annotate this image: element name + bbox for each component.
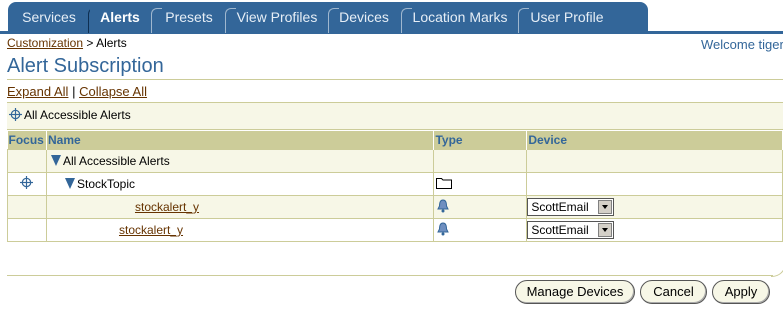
device-cell: ScottEmail [526, 195, 783, 219]
footer-divider [7, 275, 773, 276]
alert-link[interactable]: stockalert_y [135, 200, 199, 214]
table-row: StockTopic [7, 172, 783, 196]
expand-collapse-links: Expand All | Collapse All [7, 84, 147, 99]
table-row: stockalert_y ScottEmail [7, 218, 783, 242]
apply-button[interactable]: Apply [712, 280, 770, 304]
links-separator: | [72, 84, 76, 99]
device-select[interactable]: ScottEmail [527, 221, 615, 239]
device-select-value: ScottEmail [531, 200, 589, 214]
focus-cell [7, 149, 47, 173]
row-name: All Accessible Alerts [62, 154, 170, 168]
expand-all-link[interactable]: Expand All [7, 84, 68, 99]
device-cell [526, 149, 783, 173]
focus-path-bar: All Accessible Alerts [7, 102, 783, 130]
focus-cell [7, 218, 47, 242]
name-cell: stockalert_y [45, 195, 435, 219]
tab-services[interactable]: Services [14, 2, 84, 32]
name-cell: stockalert_y [45, 218, 435, 242]
welcome-text: Welcome tiger [701, 37, 783, 52]
page-title: Alert Subscription [7, 55, 164, 77]
cancel-button[interactable]: Cancel [640, 280, 707, 304]
tab-presets[interactable]: Presets [157, 2, 221, 32]
tab-view-profiles[interactable]: View Profiles [232, 2, 322, 32]
table-header-row: Focus Name Type Device [7, 131, 783, 150]
alerts-table: Focus Name Type Device All Accessible Al… [7, 131, 783, 242]
chevron-down-icon[interactable] [598, 223, 613, 237]
breadcrumb-customization-link[interactable]: Customization [7, 36, 83, 50]
device-select-value: ScottEmail [531, 223, 589, 237]
table-row: All Accessible Alerts [7, 149, 783, 173]
name-cell: StockTopic [45, 172, 435, 196]
tab-user-profile[interactable]: User Profile [524, 2, 610, 32]
crosshair-icon[interactable] [20, 176, 34, 192]
breadcrumb-current: Alerts [96, 36, 127, 50]
breadcrumb: Customization > Alerts [7, 36, 127, 50]
tab-alerts[interactable]: Alerts [90, 2, 150, 32]
tab-location-marks[interactable]: Location Marks [407, 2, 513, 32]
alert-link[interactable]: stockalert_y [119, 223, 183, 237]
bell-icon [437, 221, 450, 239]
focus-cell [7, 172, 47, 196]
table-row: stockalert_y ScottEmail [7, 195, 783, 219]
device-select[interactable]: ScottEmail [527, 198, 615, 216]
column-header-device: Device [526, 131, 783, 150]
device-cell [526, 172, 783, 196]
manage-devices-button[interactable]: Manage Devices [515, 280, 635, 304]
device-cell: ScottEmail [526, 218, 783, 242]
type-cell [433, 149, 528, 173]
tab-bar: Services Alerts Presets View Profiles De… [0, 0, 783, 34]
column-header-name: Name [46, 131, 435, 150]
title-divider [7, 79, 783, 80]
focus-cell [7, 195, 47, 219]
crosshair-icon[interactable] [9, 108, 22, 124]
folder-icon [436, 177, 453, 192]
bell-icon [437, 198, 450, 216]
chevron-down-icon[interactable] [598, 200, 613, 214]
triangle-down-icon[interactable] [64, 178, 75, 189]
focus-path-text: All Accessible Alerts [24, 108, 131, 122]
type-cell [433, 218, 528, 242]
footer-corner [771, 262, 783, 277]
tab-devices[interactable]: Devices [334, 2, 394, 32]
type-cell [433, 195, 528, 219]
type-cell [433, 172, 528, 196]
name-cell: All Accessible Alerts [45, 149, 435, 173]
triangle-down-icon[interactable] [50, 155, 61, 166]
collapse-all-link[interactable]: Collapse All [79, 84, 147, 99]
row-name: StockTopic [76, 177, 136, 191]
column-header-type: Type [433, 131, 528, 150]
breadcrumb-separator: > [86, 36, 94, 50]
column-header-focus: Focus [7, 131, 47, 150]
